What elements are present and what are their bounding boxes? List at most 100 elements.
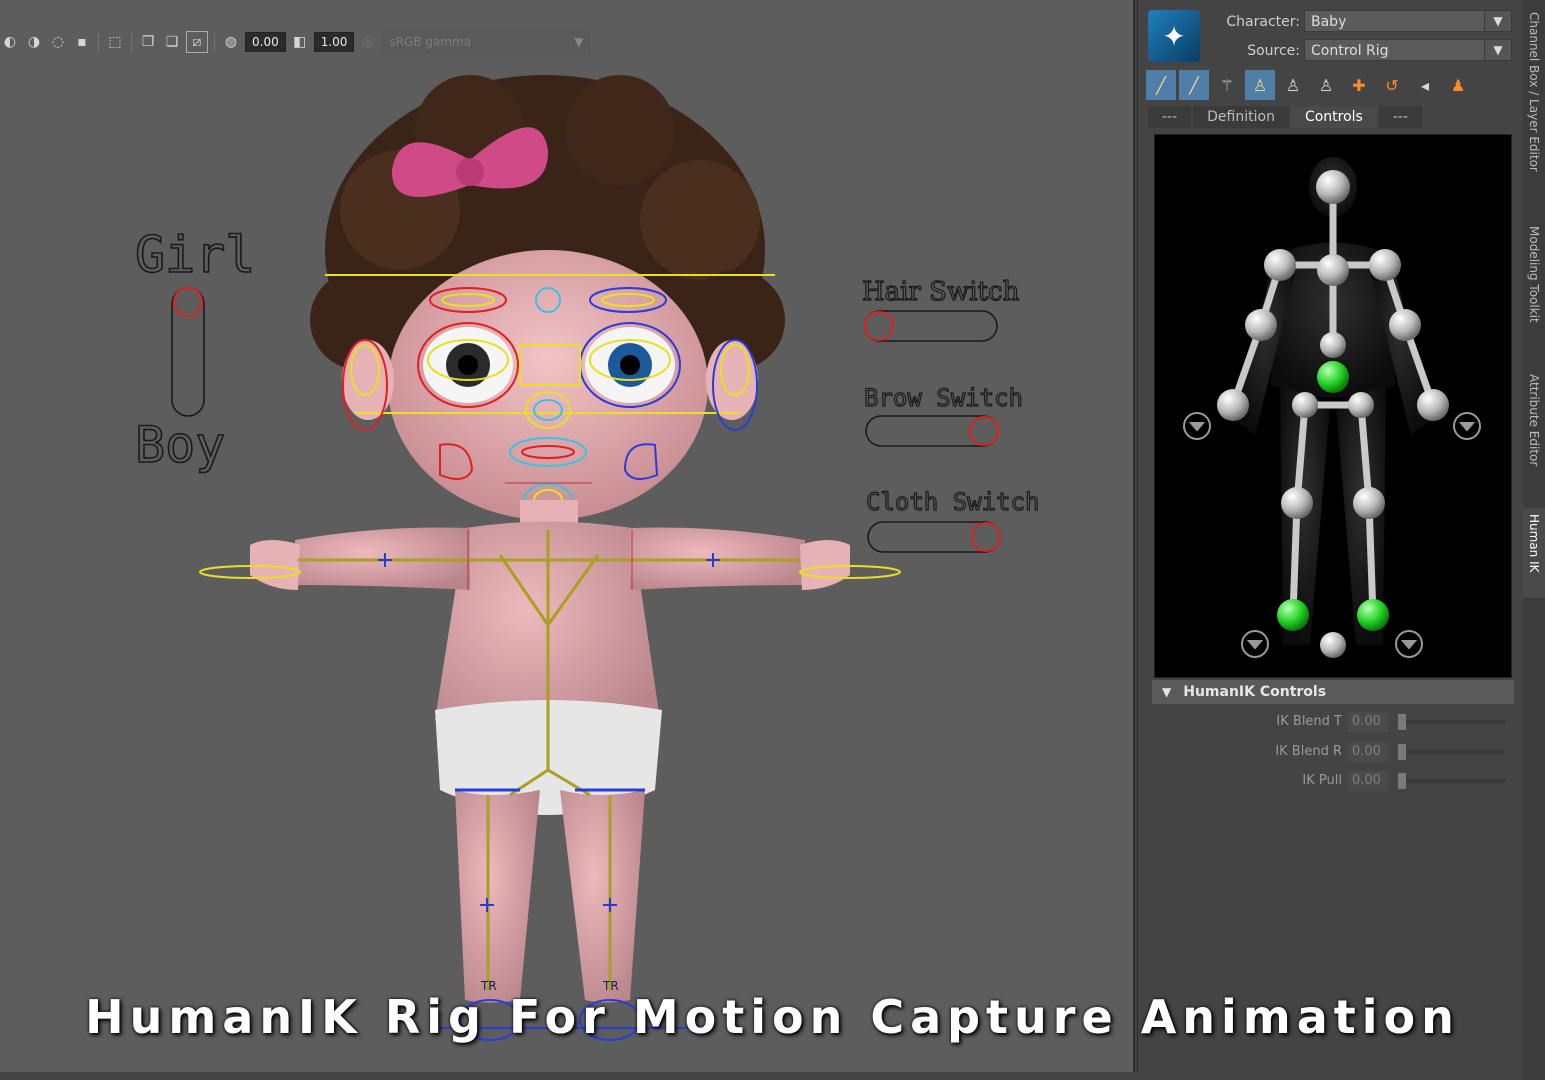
source-value: Control Rig (1311, 43, 1389, 59)
tab-attribute-editor-label: Attribute Editor (1527, 374, 1541, 467)
control-rig-icon[interactable]: ♙ (1245, 70, 1275, 100)
body-part-ik-icon[interactable]: ╱ (1179, 70, 1209, 100)
isolate-select-icon[interactable]: ⬚ (105, 32, 125, 52)
left-wrist-effector[interactable] (1217, 389, 1249, 421)
exposure-icon[interactable]: ◍ (221, 32, 241, 52)
right-hip-effector[interactable] (1348, 392, 1374, 418)
caption-overlay: HumanIK Rig For Motion Capture Animation (85, 990, 1460, 1044)
chevron-down-icon: ▼ (574, 35, 584, 49)
ik-blend-t-handle[interactable] (1398, 714, 1406, 730)
slider-label: IK Pull (1302, 773, 1342, 788)
color-space-select[interactable]: sRGB gamma ▼ (382, 31, 591, 53)
pin-translate-icon[interactable]: ✚ (1344, 70, 1374, 100)
ik-pull-value[interactable]: 0.00 (1348, 771, 1388, 791)
ambient-occlusion-icon[interactable]: ◌ (48, 32, 68, 52)
head-effector[interactable] (1316, 170, 1350, 204)
tab-controls[interactable]: Controls (1290, 106, 1377, 128)
ik-pull-row: IK Pull 0.00 (1238, 771, 1514, 791)
xray-icon[interactable]: ❐ (138, 32, 158, 52)
cloth-switch-track[interactable] (867, 521, 1001, 553)
slider-label: IK Blend R (1275, 744, 1342, 759)
body[interactable] (250, 500, 850, 1003)
hik-character-picker[interactable] (1154, 134, 1512, 678)
cloth-switch[interactable]: Cloth Switch (865, 487, 1040, 553)
hair-switch-track[interactable] (864, 310, 998, 342)
backface-icon[interactable]: ⧄ (186, 31, 208, 53)
gender-switch[interactable]: Girl Boy (134, 225, 256, 475)
humanik-controls-header[interactable]: ▼ HumanIK Controls (1152, 680, 1514, 704)
source-dropdown[interactable]: Control Rig ▼ (1304, 39, 1512, 61)
tab-modeling-toolkit[interactable]: Modeling Toolkit (1523, 226, 1545, 348)
gamma-icon[interactable]: ◧ (290, 32, 310, 52)
full-body-ik-icon[interactable]: ╱ (1146, 70, 1176, 100)
right-shoulder-effector[interactable] (1369, 249, 1401, 281)
cloth-switch-label: Cloth Switch (866, 488, 1039, 516)
expand-hand-buttons[interactable] (1183, 412, 1481, 658)
hik-toolbar: ╱ ╱ ⚚ ♙ ♙ ♙ ✚ ↺ ◂ ♟ (1146, 70, 1473, 100)
ik-pull-handle[interactable] (1398, 773, 1406, 789)
tab-human-ik-label: Human IK (1527, 514, 1541, 573)
tab-left-more[interactable]: --- (1148, 106, 1192, 128)
right-knee-effector[interactable] (1353, 487, 1385, 519)
scene-canvas[interactable]: Girl Boy Hair Switch Brow Switch Cloth S… (0, 0, 1133, 1072)
human-ik-panel: ✦ Character: Baby ▼ Source: Control Rig … (1137, 0, 1524, 1072)
color-management-icon[interactable]: ◎ (358, 32, 378, 52)
source-label: Source: (1247, 43, 1300, 59)
right-elbow-effector[interactable] (1389, 309, 1421, 341)
gender-girl-label: Girl (135, 226, 255, 284)
stance-pose-icon[interactable]: ♙ (1278, 70, 1308, 100)
exposure-field[interactable]: 0.00 (245, 32, 286, 52)
toolbar-divider (214, 33, 215, 51)
hair-switch[interactable]: Hair Switch (861, 276, 1020, 342)
left-hip-effector[interactable] (1292, 392, 1318, 418)
gamma-field[interactable]: 1.00 (313, 32, 355, 52)
tab-definition[interactable]: Definition (1193, 106, 1289, 128)
ik-pull-slider[interactable] (1398, 779, 1506, 783)
left-ankle-effector[interactable] (1277, 599, 1309, 631)
viewport[interactable]: Girl Boy Hair Switch Brow Switch Cloth S… (0, 0, 1135, 1072)
cloth-switch-knob[interactable] (971, 522, 1001, 552)
chest-effector[interactable] (1317, 254, 1349, 286)
toolbar-divider (131, 33, 132, 51)
t-pose-icon[interactable]: ♙ (1311, 70, 1341, 100)
left-knee-effector[interactable] (1281, 487, 1313, 519)
brow-switch[interactable]: Brow Switch (863, 383, 1024, 447)
reference-effector[interactable] (1320, 632, 1346, 658)
tab-channel-box[interactable]: Channel Box / Layer Editor (1523, 12, 1545, 202)
lighting-icon[interactable]: ◑ (24, 32, 44, 52)
ik-blend-t-value[interactable]: 0.00 (1348, 712, 1388, 732)
pin-rotate-icon[interactable]: ↺ (1377, 70, 1407, 100)
brow-switch-track[interactable] (865, 415, 999, 447)
ik-blend-t-slider[interactable] (1398, 720, 1506, 724)
select-character-icon[interactable]: ♟ (1443, 70, 1473, 100)
gender-switch-track[interactable] (171, 287, 205, 417)
tab-attribute-editor[interactable]: Attribute Editor (1523, 374, 1545, 486)
hair-switch-knob[interactable] (864, 311, 894, 341)
left-shoulder-effector[interactable] (1264, 249, 1296, 281)
shading-icon[interactable]: ◐ (0, 32, 20, 52)
gender-boy-label: Boy (135, 416, 225, 474)
brow-switch-label: Brow Switch (864, 384, 1023, 412)
motion-blur-icon[interactable]: ▪ (72, 32, 92, 52)
brow-switch-knob[interactable] (969, 416, 999, 446)
tab-human-ik[interactable]: Human IK (1523, 508, 1545, 598)
character-label: Character: (1226, 14, 1300, 30)
mirror-icon[interactable]: ◂ (1410, 70, 1440, 100)
slider-label: IK Blend T (1276, 714, 1342, 729)
ik-blend-r-handle[interactable] (1398, 744, 1406, 760)
left-elbow-effector[interactable] (1245, 309, 1277, 341)
gender-switch-knob[interactable] (173, 287, 203, 317)
skeleton-icon[interactable]: ⚚ (1212, 70, 1242, 100)
hips-effector[interactable] (1317, 361, 1349, 393)
human-ik-logo-icon[interactable]: ✦ (1148, 10, 1200, 62)
ik-blend-r-slider[interactable] (1398, 750, 1506, 754)
tab-right-more[interactable]: --- (1378, 106, 1423, 128)
right-ankle-effector[interactable] (1357, 599, 1389, 631)
toolbar-divider (98, 33, 99, 51)
xray-joints-icon[interactable]: ❏ (162, 32, 182, 52)
right-wrist-effector[interactable] (1417, 389, 1449, 421)
ik-blend-r-value[interactable]: 0.00 (1348, 742, 1388, 762)
spine-effector[interactable] (1320, 332, 1346, 358)
collapse-triangle-icon[interactable]: ▼ (1162, 680, 1171, 704)
character-dropdown[interactable]: Baby ▼ (1304, 10, 1512, 32)
